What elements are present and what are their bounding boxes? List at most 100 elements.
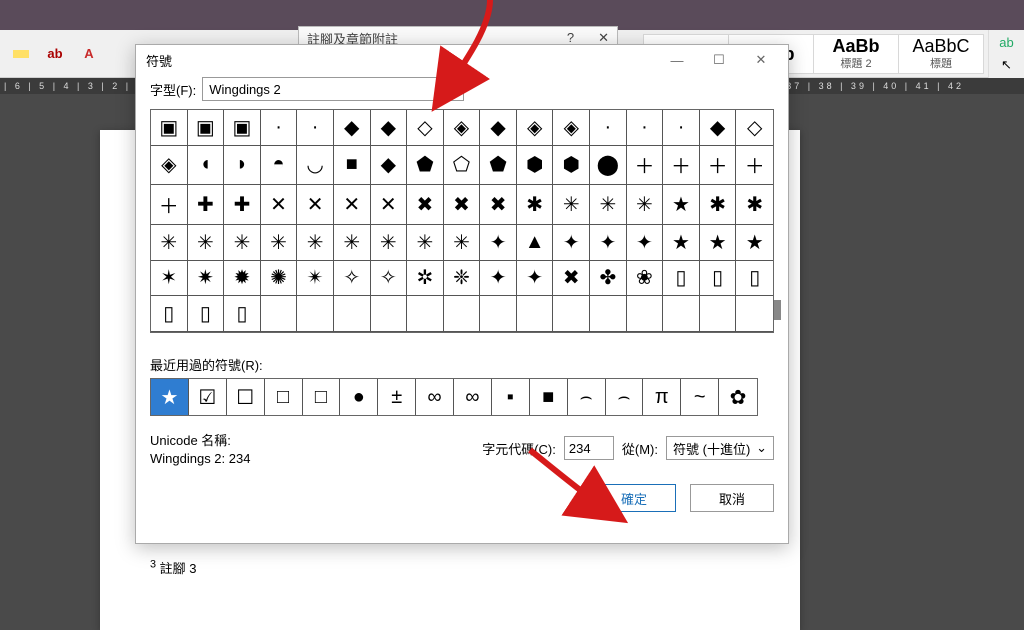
symbol-cell[interactable]: ✹ [224, 261, 261, 297]
symbol-cell[interactable] [444, 296, 481, 332]
symbol-cell[interactable]: ✳ [627, 185, 664, 225]
symbol-cell[interactable]: ◖ [188, 146, 225, 186]
symbol-cell[interactable]: ◆ [371, 110, 408, 146]
symbol-cell[interactable]: ◆ [371, 146, 408, 186]
symbol-cell[interactable]: ＋ [151, 185, 188, 225]
symbol-cell[interactable]: ⬟ [407, 146, 444, 186]
symbol-cell[interactable]: ◈ [553, 110, 590, 146]
symbol-cell[interactable]: ▣ [188, 110, 225, 146]
recent-symbol[interactable]: ⌢ [606, 379, 644, 415]
symbol-cell[interactable]: ⬢ [517, 146, 554, 186]
symbol-cell[interactable]: ⬤ [590, 146, 627, 186]
highlight-icon[interactable] [6, 39, 36, 69]
recent-symbol[interactable]: □ [303, 379, 341, 415]
symbol-cell[interactable]: ✧ [334, 261, 371, 297]
symbol-cell[interactable]: ◈ [151, 146, 188, 186]
cancel-button[interactable]: 取消 [690, 484, 774, 512]
symbol-cell[interactable]: ✕ [371, 185, 408, 225]
replace-icon[interactable]: ab [999, 35, 1013, 50]
symbol-cell[interactable]: ✳ [297, 225, 334, 261]
symbol-cell[interactable]: ✚ [188, 185, 225, 225]
symbol-cell[interactable]: ▯ [663, 261, 700, 297]
recent-symbol[interactable]: □ [265, 379, 303, 415]
symbol-cell[interactable]: ⬟ [480, 146, 517, 186]
symbol-cell[interactable]: ★ [700, 225, 737, 261]
symbol-cell[interactable]: ✶ [151, 261, 188, 297]
scrollbar-thumb[interactable] [774, 300, 781, 320]
symbol-cell[interactable]: ✳ [371, 225, 408, 261]
symbol-cell[interactable] [627, 296, 664, 332]
symbol-cell[interactable] [590, 296, 627, 332]
symbol-cell[interactable]: ✦ [480, 261, 517, 297]
symbol-cell[interactable]: ✚ [224, 185, 261, 225]
symbol-cell[interactable]: ❀ [627, 261, 664, 297]
recent-symbol[interactable]: ★ [151, 379, 189, 415]
symbol-cell[interactable]: ✱ [517, 185, 554, 225]
symbol-cell[interactable]: ✴ [297, 261, 334, 297]
recent-symbol[interactable]: ☑ [189, 379, 227, 415]
symbol-cell[interactable] [553, 296, 590, 332]
char-color-icon[interactable]: A [74, 39, 104, 69]
symbol-cell[interactable]: · [627, 110, 664, 146]
symbol-cell[interactable]: ★ [663, 225, 700, 261]
symbol-cell[interactable]: ✳ [407, 225, 444, 261]
select-icon[interactable]: ↖ [1001, 57, 1012, 73]
symbol-cell[interactable]: ◈ [444, 110, 481, 146]
symbol-cell[interactable]: · [590, 110, 627, 146]
symbol-cell[interactable]: ■ [334, 146, 371, 186]
symbol-cell[interactable] [736, 296, 773, 332]
symbol-cell[interactable]: ▲ [517, 225, 554, 261]
recent-symbol[interactable]: ∞ [416, 379, 454, 415]
symbol-cell[interactable] [480, 296, 517, 332]
style-card[interactable]: AaBbC 標題 [898, 34, 984, 74]
recent-symbol[interactable]: ● [340, 379, 378, 415]
symbol-cell[interactable]: ✦ [627, 225, 664, 261]
minimize-button[interactable]: — [656, 46, 698, 74]
symbol-grid[interactable]: ▣▣▣··◆◆◇◈◆◈◈···◆◇◈◖◗◓◡■◆⬟⬠⬟⬢⬢⬤＋＋＋＋＋✚✚✕✕✕… [150, 109, 774, 333]
symbol-cell[interactable]: ✳ [334, 225, 371, 261]
symbol-cell[interactable] [371, 296, 408, 332]
symbol-cell[interactable]: ◡ [297, 146, 334, 186]
symbol-cell[interactable]: ✺ [261, 261, 298, 297]
recent-symbol[interactable]: ☐ [227, 379, 265, 415]
symbol-cell[interactable]: ◆ [334, 110, 371, 146]
symbol-cell[interactable]: ✕ [334, 185, 371, 225]
symbol-cell[interactable]: ◗ [224, 146, 261, 186]
symbol-cell[interactable]: ▯ [700, 261, 737, 297]
symbol-cell[interactable]: ✳ [224, 225, 261, 261]
recent-symbol[interactable]: ± [378, 379, 416, 415]
style-card[interactable]: AaBb 標題 2 [813, 34, 899, 74]
symbol-cell[interactable]: ✳ [444, 225, 481, 261]
recent-symbol[interactable]: ▪ [492, 379, 530, 415]
symbol-cell[interactable]: ✖ [553, 261, 590, 297]
symbol-cell[interactable]: ▯ [224, 296, 261, 332]
symbol-cell[interactable]: ✦ [553, 225, 590, 261]
symbol-cell[interactable]: ▯ [151, 296, 188, 332]
symbol-cell[interactable]: ✷ [188, 261, 225, 297]
symbol-cell[interactable]: ✳ [590, 185, 627, 225]
symbol-cell[interactable]: ◇ [407, 110, 444, 146]
symbol-cell[interactable]: ＋ [736, 146, 773, 186]
symbol-cell[interactable]: ✖ [407, 185, 444, 225]
symbol-cell[interactable]: ✕ [297, 185, 334, 225]
recent-symbol[interactable]: ■ [530, 379, 568, 415]
symbol-cell[interactable]: ◆ [700, 110, 737, 146]
symbol-cell[interactable] [334, 296, 371, 332]
maximize-button[interactable]: ☐ [698, 46, 740, 74]
symbol-cell[interactable]: · [261, 110, 298, 146]
symbol-cell[interactable]: ❈ [444, 261, 481, 297]
symbol-cell[interactable]: ★ [736, 225, 773, 261]
symbol-cell[interactable] [700, 296, 737, 332]
symbol-cell[interactable]: ✧ [371, 261, 408, 297]
symbol-cell[interactable]: ★ [663, 185, 700, 225]
symbol-cell[interactable]: · [663, 110, 700, 146]
symbol-cell[interactable]: ✲ [407, 261, 444, 297]
from-select[interactable]: 符號 (十進位) ⌄ [666, 436, 774, 460]
symbol-cell[interactable]: ◆ [480, 110, 517, 146]
close-button[interactable]: ✕ [740, 46, 782, 74]
ok-button[interactable]: 確定 [592, 484, 676, 512]
symbol-cell[interactable]: ✖ [444, 185, 481, 225]
symbol-cell[interactable]: ✱ [700, 185, 737, 225]
symbol-cell[interactable]: ◓ [261, 146, 298, 186]
symbol-cell[interactable] [407, 296, 444, 332]
